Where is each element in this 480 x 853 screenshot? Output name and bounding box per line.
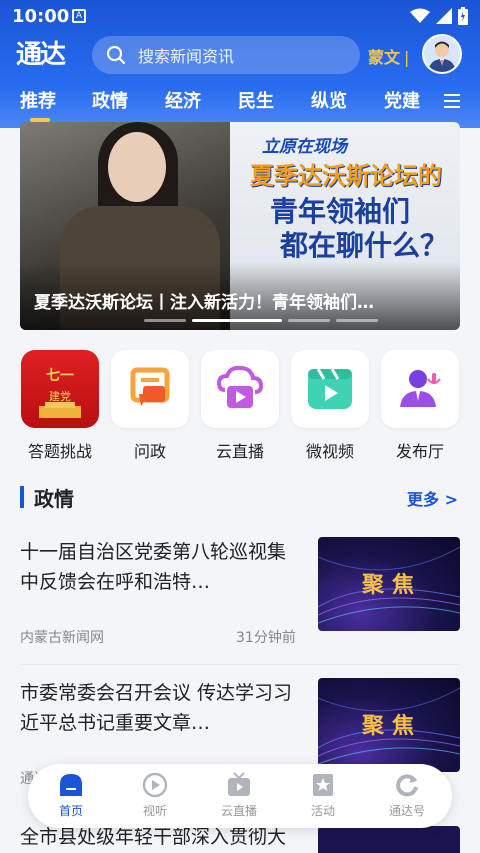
quick-link-cloud-live[interactable]: 云直播 [201, 350, 279, 462]
quick-link-label: 发布厅 [395, 442, 444, 461]
section-header: 政情 更多 > [0, 474, 480, 518]
quick-link-label: 微视频 [305, 442, 354, 461]
section-title: 政情 [34, 487, 74, 511]
news-item[interactable]: 十一届自治区党委第八轮巡视集中反馈会在呼和浩特… 内蒙古新闻网 31分钟前 聚焦 [20, 537, 460, 657]
app-header: 10:00 A 通达 搜索新闻资讯 蒙文 | 推荐 政情 经济 民生 纵览 党建 [0, 0, 480, 128]
carousel-dot [336, 319, 378, 322]
tv-icon [204, 772, 274, 798]
thumbnail-text: 聚焦 [362, 573, 423, 598]
carousel-indicator [144, 319, 378, 322]
star-icon [288, 772, 358, 798]
quick-link-press-hall[interactable]: 发布厅 [381, 350, 459, 462]
signal-icon [436, 8, 452, 24]
status-time: 10:00 [12, 6, 70, 27]
top-bar: 通达 搜索新闻资讯 蒙文 | [0, 34, 480, 78]
home-icon [36, 772, 106, 798]
cloud-live-icon [201, 350, 279, 428]
divider [20, 664, 460, 665]
nav-label: 通达号 [388, 804, 425, 818]
inquiry-icon [111, 350, 189, 428]
nav-label: 活动 [310, 804, 335, 818]
app-logo: 通达 [16, 40, 66, 70]
banner-tag: 立原在现场 [262, 137, 347, 157]
language-separator: | [404, 48, 410, 67]
nav-cloud-live[interactable]: 云直播 [204, 772, 274, 819]
tab-livelihood[interactable]: 民生 [238, 86, 274, 118]
tab-label: 经济 [165, 91, 201, 112]
carousel-dot [288, 319, 330, 322]
tab-overview[interactable]: 纵览 [311, 86, 347, 118]
quick-link-micro-video[interactable]: 微视频 [291, 350, 369, 462]
tab-label: 党建 [384, 91, 420, 112]
carousel-dot-active [192, 319, 282, 322]
nav-home[interactable]: 首页 [36, 772, 106, 819]
micro-video-icon [291, 350, 369, 428]
tab-economy[interactable]: 经济 [165, 86, 201, 118]
notification-icon: A [72, 9, 86, 23]
thumbnail-text: 聚焦 [362, 714, 423, 739]
category-tabs: 推荐 政情 经济 民生 纵览 党建 [0, 86, 480, 122]
nav-label: 视听 [142, 804, 167, 818]
search-placeholder: 搜索新闻资讯 [138, 47, 235, 66]
tab-label: 政情 [92, 91, 128, 112]
banner-carousel[interactable]: 立原在现场 夏季达沃斯论坛的 青年领袖们 都在聊什么？ 夏季达沃斯论坛丨注入新活… [20, 122, 460, 330]
news-title: 十一届自治区党委第八轮巡视集中反馈会在呼和浩特… [20, 541, 287, 593]
tab-label: 纵览 [311, 91, 347, 112]
news-title: 市委常委会召开会议 传达学习习近平总书记重要文章… [20, 682, 293, 734]
nav-label: 首页 [58, 804, 83, 818]
news-time: 31分钟前 [236, 630, 296, 646]
banner-headline-1: 夏季达沃斯论坛的 [250, 162, 442, 190]
language-switch[interactable]: 蒙文 | [368, 44, 409, 68]
quick-link-label: 答题挑战 [27, 442, 92, 461]
press-hall-icon [381, 350, 459, 428]
quick-link-quiz[interactable]: 七一 建党 答题挑战 [21, 350, 99, 462]
nav-label: 云直播 [220, 804, 257, 818]
bottom-navigation: 首页 视听 云直播 活动 通达号 [28, 764, 452, 828]
banner-caption: 夏季达沃斯论坛丨注入新活力！青年领袖们… [34, 293, 374, 313]
status-icons [410, 7, 468, 25]
nav-tongda-account[interactable]: 通达号 [372, 772, 442, 819]
nav-activities[interactable]: 活动 [288, 772, 358, 819]
tab-party-building[interactable]: 党建 [384, 86, 420, 118]
quiz-challenge-icon: 七一 建党 [21, 350, 99, 428]
news-thumbnail: 聚焦 [318, 678, 460, 772]
language-label: 蒙文 [368, 48, 401, 67]
news-thumbnail: 聚焦 [318, 537, 460, 631]
quiz-badge-line1: 七一 [46, 368, 74, 384]
quick-link-inquiry[interactable]: 问政 [111, 350, 189, 462]
menu-icon[interactable] [444, 94, 460, 110]
quick-link-label: 问政 [133, 442, 166, 461]
banner-headline-3: 都在聊什么？ [280, 229, 449, 262]
tab-label: 推荐 [20, 91, 56, 112]
play-icon [120, 772, 190, 798]
refresh-icon [372, 772, 442, 798]
tab-politics[interactable]: 政情 [92, 86, 128, 118]
tab-label: 民生 [238, 91, 274, 112]
more-link[interactable]: 更多 > [407, 486, 458, 510]
search-bar[interactable]: 搜索新闻资讯 [92, 36, 360, 74]
quick-link-label: 云直播 [215, 442, 264, 461]
quick-links: 七一 建党 答题挑战 问政 云直播 微视频 发布厅 [0, 346, 480, 466]
nav-audio-video[interactable]: 视听 [120, 772, 190, 819]
wifi-icon [410, 8, 430, 23]
tab-recommend[interactable]: 推荐 [20, 86, 56, 122]
quiz-badge-line2: 建党 [49, 389, 71, 403]
search-icon [106, 45, 126, 65]
news-thumbnail [318, 826, 460, 853]
user-avatar[interactable] [422, 34, 462, 74]
avatar-icon [424, 36, 460, 72]
news-source: 内蒙古新闻网 [20, 630, 104, 646]
battery-icon [458, 7, 468, 25]
status-bar: 10:00 A [0, 0, 480, 34]
section-accent-bar [20, 486, 24, 508]
carousel-dot [144, 319, 186, 322]
